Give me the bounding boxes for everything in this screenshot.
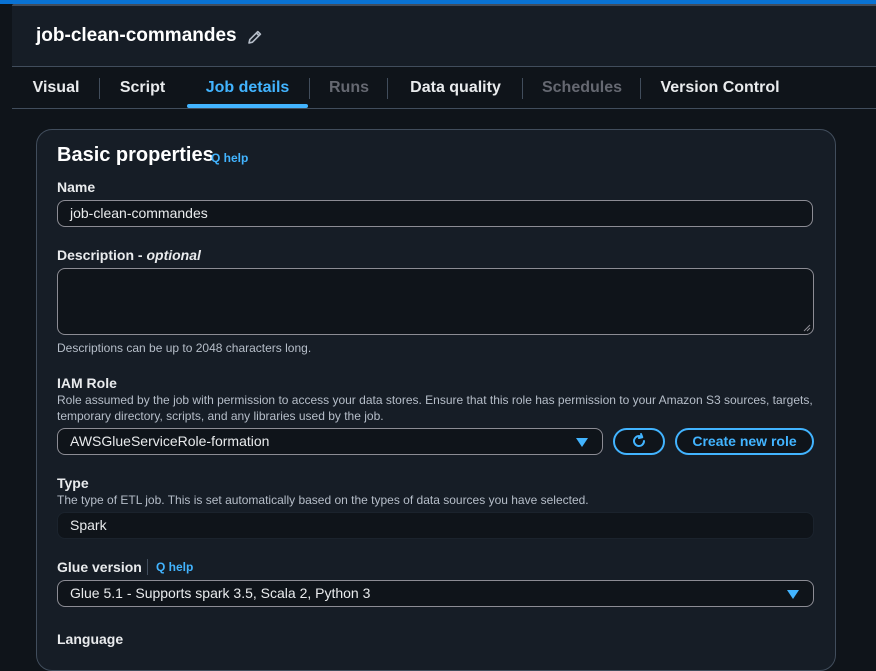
section-heading: Basic properties [57,144,214,166]
caret-down-icon [576,438,588,447]
glue-version-selected: Glue 5.1 - Supports spark 3.5, Scala 2, … [70,585,371,601]
name-value: job-clean-commandes [70,205,208,221]
tab-separator [640,78,641,99]
refresh-icon [633,433,646,447]
tab-schedules: Schedules [541,79,623,96]
glue-version-select[interactable]: Glue 5.1 - Supports spark 3.5, Scala 2, … [57,580,814,607]
refresh-roles-button[interactable] [613,428,665,455]
job-title: job-clean-commandes [36,25,237,46]
name-input[interactable]: job-clean-commandes [57,200,813,227]
name-label: Name [57,179,96,195]
type-description: The type of ETL job. This is set automat… [57,493,589,507]
tab-separator [99,78,100,99]
glue-q-help-link[interactable]: Q help [156,560,193,574]
q-help-link[interactable]: Q help [211,151,248,165]
iam-role-select[interactable]: AWSGlueServiceRole-formation [57,428,603,455]
tab-separator [387,78,388,99]
language-label: Language [57,631,124,647]
iam-role-description: Role assumed by the job with permission … [57,393,813,423]
type-label: Type [57,475,89,491]
create-new-role-button[interactable]: Create new role [675,428,814,455]
tab-version-control[interactable]: Version Control [650,67,790,108]
pencil-icon[interactable] [246,28,264,46]
tab-script[interactable]: Script [110,67,175,108]
tab-data-quality[interactable]: Data quality [397,67,514,108]
tab-job-details[interactable]: Job details [187,67,308,108]
tab-runs: Runs [329,79,369,96]
description-label: Description - optional [57,247,201,263]
tab-separator [309,78,310,99]
tab-bar: Visual Script Job details Runs Data qual… [12,67,876,109]
iam-role-label: IAM Role [57,375,117,391]
tab-visual[interactable]: Visual [22,67,90,108]
description-input[interactable] [57,268,814,335]
description-hint: Descriptions can be up to 2048 character… [57,341,312,355]
tab-separator [522,78,523,99]
label-separator [147,559,148,575]
iam-role-selected: AWSGlueServiceRole-formation [70,433,270,449]
resize-grip-icon[interactable] [803,324,811,332]
optional-tag: optional [146,247,201,263]
caret-down-icon [787,590,799,599]
glue-version-label: Glue version [57,559,142,575]
description-label-text: Description - [57,247,147,263]
type-value: Spark [70,517,107,533]
type-value-field: Spark [57,512,814,539]
job-header: job-clean-commandes [12,6,876,67]
